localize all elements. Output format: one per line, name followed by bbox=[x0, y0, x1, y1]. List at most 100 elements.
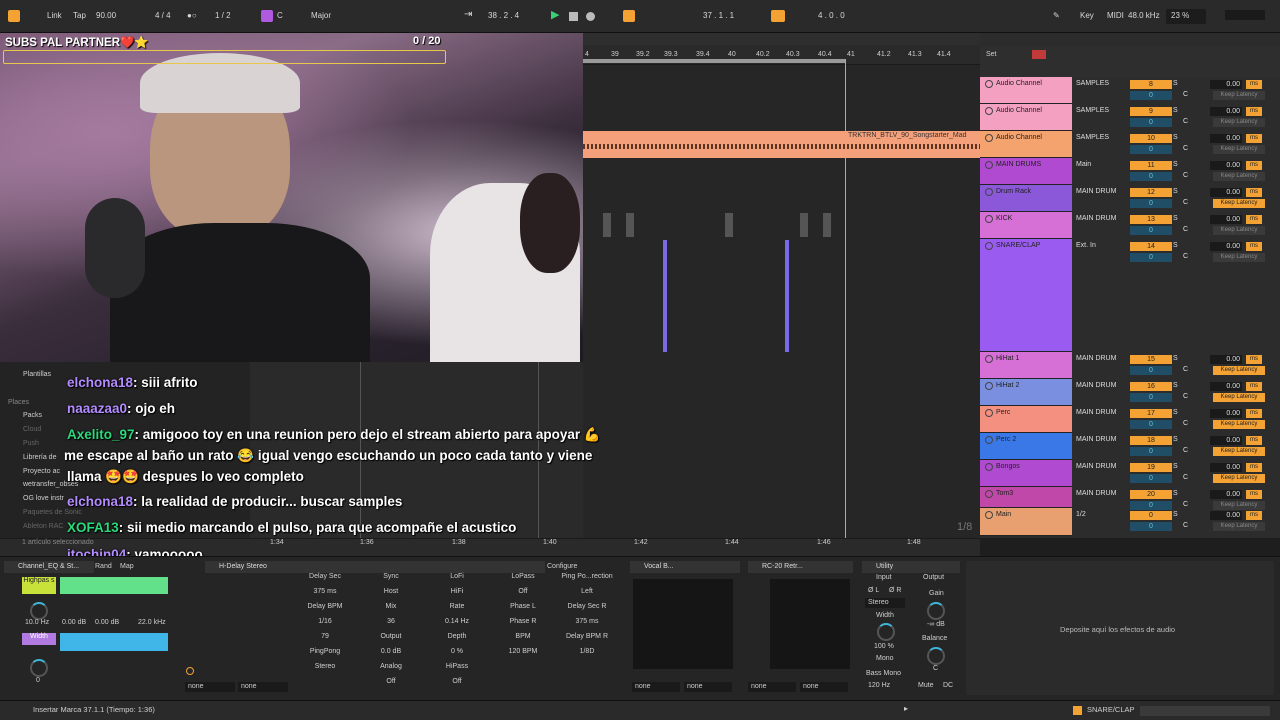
track-activator[interactable]: 12 bbox=[1130, 188, 1172, 197]
configure-button[interactable]: Configure bbox=[547, 563, 577, 570]
solo-button[interactable]: S bbox=[1173, 242, 1178, 249]
eq-band-low[interactable] bbox=[60, 633, 168, 651]
track-input[interactable]: SAMPLES bbox=[1076, 80, 1109, 87]
link-button[interactable]: Link bbox=[47, 11, 62, 20]
track-volume[interactable]: 0.00 bbox=[1210, 355, 1242, 364]
delay-param[interactable]: Phase R bbox=[493, 618, 553, 625]
solo-button[interactable]: S bbox=[1173, 355, 1178, 362]
midi-map-button[interactable]: MIDI bbox=[1107, 11, 1124, 20]
gain-knob[interactable] bbox=[927, 602, 945, 620]
track-activator[interactable]: 15 bbox=[1130, 355, 1172, 364]
browser-item[interactable]: Packs bbox=[23, 412, 42, 419]
track-input[interactable]: SAMPLES bbox=[1076, 134, 1109, 141]
loop-start[interactable]: 37 . 1 . 1 bbox=[703, 11, 734, 20]
delay-param[interactable]: 79 bbox=[295, 633, 355, 640]
delay-param[interactable]: 375 ms bbox=[295, 588, 355, 595]
width-knob[interactable] bbox=[877, 623, 895, 641]
scale-select[interactable]: Major bbox=[311, 11, 331, 20]
rc20-select[interactable]: none bbox=[800, 682, 848, 692]
solo-button[interactable]: S bbox=[1173, 188, 1178, 195]
track-row[interactable]: HiHat 1 MAIN DRUM 15 S 0 C 0.00 ms Keep Latency bbox=[980, 352, 1280, 379]
send-value[interactable]: 0 bbox=[1130, 420, 1172, 429]
send-value[interactable]: 0 bbox=[1130, 199, 1172, 208]
track-header[interactable]: Perc 2 bbox=[980, 433, 1072, 460]
highpass-button[interactable]: Highpas s bbox=[22, 577, 56, 594]
track-header[interactable]: MAIN DRUMS bbox=[980, 158, 1072, 185]
delay-param[interactable]: 1/8D bbox=[557, 648, 617, 655]
delay-ms-toggle[interactable]: ms bbox=[1246, 436, 1262, 445]
delay-ms-toggle[interactable]: ms bbox=[1246, 355, 1262, 364]
delay-ms-toggle[interactable]: ms bbox=[1246, 490, 1262, 499]
delay-param[interactable]: LoPass bbox=[493, 573, 553, 580]
delay-param[interactable]: HiFi bbox=[427, 588, 487, 595]
delay-device-header[interactable]: H-Delay Stereo bbox=[205, 561, 545, 573]
dc-button[interactable]: DC bbox=[943, 682, 953, 689]
track-volume[interactable]: 0.00 bbox=[1210, 436, 1242, 445]
rc20-device-header[interactable]: RC-20 Retr... bbox=[748, 561, 853, 573]
track-row[interactable]: MAIN DRUMS Main 11 S 0 C 0.00 ms Keep Latency bbox=[980, 158, 1280, 185]
track-row[interactable]: Perc 2 MAIN DRUM 18 S 0 C 0.00 ms Keep Latency bbox=[980, 433, 1280, 460]
follow-icon[interactable]: ⇥ bbox=[464, 9, 472, 20]
track-row[interactable]: HiHat 2 MAIN DRUM 16 S 0 C 0.00 ms Keep Latency bbox=[980, 379, 1280, 406]
track-activator[interactable]: 17 bbox=[1130, 409, 1172, 418]
snare-clip[interactable] bbox=[785, 240, 789, 352]
browser-item[interactable]: OG love instr bbox=[23, 495, 64, 502]
kick-clip[interactable] bbox=[725, 213, 733, 237]
loop-length[interactable]: 4 . 0 . 0 bbox=[818, 11, 845, 20]
solo-button[interactable]: S bbox=[1173, 409, 1178, 416]
eq-knob[interactable] bbox=[30, 602, 48, 620]
vocal-select[interactable]: none bbox=[684, 682, 732, 692]
stop-icon[interactable] bbox=[569, 12, 578, 21]
kick-clip[interactable] bbox=[626, 213, 634, 237]
delay-param[interactable]: 375 ms bbox=[557, 618, 617, 625]
delay-param[interactable]: Delay Sec R bbox=[557, 603, 617, 610]
delay-param[interactable]: Left bbox=[557, 588, 617, 595]
fold-icon[interactable] bbox=[985, 382, 993, 390]
browser-item[interactable]: Cloud bbox=[23, 426, 41, 433]
keep-latency-toggle[interactable]: Keep Latency bbox=[1213, 420, 1265, 429]
bass-mono-button[interactable]: Bass Mono bbox=[866, 670, 901, 677]
vocal-select[interactable]: none bbox=[632, 682, 680, 692]
track-volume[interactable]: 0.00 bbox=[1210, 409, 1242, 418]
sidechain-select[interactable]: none bbox=[185, 682, 235, 692]
track-header[interactable]: Drum Rack bbox=[980, 185, 1072, 212]
pan-value[interactable]: C bbox=[1183, 172, 1188, 179]
record-arm-icon[interactable] bbox=[1032, 50, 1046, 59]
delay-param[interactable]: BPM bbox=[493, 633, 553, 640]
track-activator[interactable]: 16 bbox=[1130, 382, 1172, 391]
pan-value[interactable]: C bbox=[1183, 91, 1188, 98]
browser-item[interactable]: Proyecto ac bbox=[23, 468, 60, 475]
delay-param[interactable]: Stereo bbox=[295, 663, 355, 670]
mute-button[interactable]: Mute bbox=[918, 682, 934, 689]
delay-param[interactable]: Off bbox=[493, 588, 553, 595]
track-volume[interactable]: 0.00 bbox=[1210, 80, 1242, 89]
delay-ms-toggle[interactable]: ms bbox=[1246, 134, 1262, 143]
fold-icon[interactable] bbox=[985, 134, 993, 142]
send-value[interactable]: 0 bbox=[1130, 393, 1172, 402]
browser-item[interactable]: Librería de bbox=[23, 454, 56, 461]
delay-param[interactable]: Delay BPM bbox=[295, 603, 355, 610]
track-input[interactable]: MAIN DRUM bbox=[1076, 188, 1116, 195]
sidechain-select[interactable]: none bbox=[238, 682, 288, 692]
delay-param[interactable]: 36 bbox=[361, 618, 421, 625]
delay-ms-toggle[interactable]: ms bbox=[1246, 382, 1262, 391]
solo-button[interactable]: S bbox=[1173, 161, 1178, 168]
vocal-device-header[interactable]: Vocal B... bbox=[630, 561, 740, 573]
utility-device-header[interactable]: Utility bbox=[862, 561, 960, 573]
play-icon[interactable]: ▶ bbox=[551, 8, 559, 21]
track-input[interactable]: MAIN DRUM bbox=[1076, 409, 1116, 416]
delay-param[interactable]: Off bbox=[361, 678, 421, 685]
delay-param[interactable]: Sync bbox=[361, 573, 421, 580]
delay-param[interactable]: 1/16 bbox=[295, 618, 355, 625]
fold-icon[interactable] bbox=[985, 80, 993, 88]
delay-param[interactable]: Analog bbox=[361, 663, 421, 670]
delay-param[interactable]: Phase L bbox=[493, 603, 553, 610]
delay-param[interactable]: Off bbox=[427, 678, 487, 685]
delay-param[interactable]: Delay BPM R bbox=[557, 633, 617, 640]
track-input[interactable]: Ext. In bbox=[1076, 242, 1096, 249]
pan-value[interactable]: C bbox=[1183, 447, 1188, 454]
delay-param[interactable]: Mix bbox=[361, 603, 421, 610]
audio-clip[interactable]: TRKTRN_BTLV_90_Songstarter_Mad bbox=[583, 131, 980, 158]
track-input[interactable]: MAIN DRUM bbox=[1076, 490, 1116, 497]
send-value[interactable]: 0 bbox=[1130, 91, 1172, 100]
